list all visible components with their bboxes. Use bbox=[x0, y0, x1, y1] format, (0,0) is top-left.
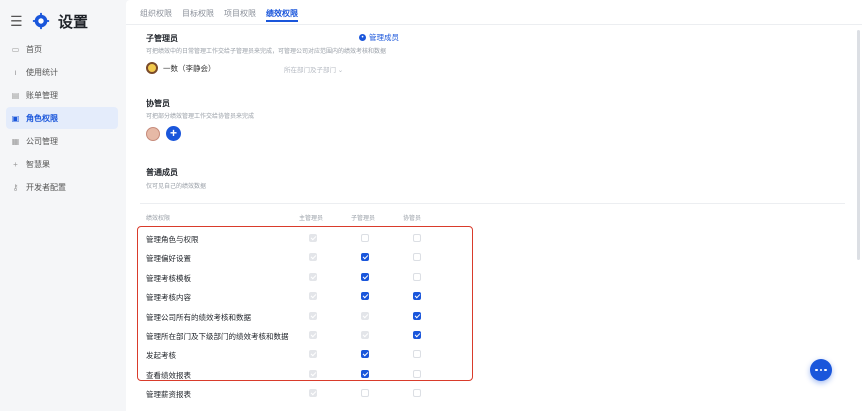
manage-members-link[interactable]: • 管理成员 bbox=[359, 32, 399, 43]
home-icon: ▭ bbox=[11, 44, 20, 54]
sidebar-item-billing[interactable]: ▤ 账单管理 bbox=[6, 84, 118, 106]
sidebar-item-home[interactable]: ▭ 首页 bbox=[6, 38, 118, 60]
permission-label: 管理薪资报表 bbox=[146, 390, 191, 400]
key-icon: ⚷ bbox=[12, 182, 19, 192]
settings-dot-icon: • bbox=[359, 34, 366, 41]
sub-admin-member[interactable]: 一数（李静会） bbox=[146, 62, 216, 74]
sidebar-item-usage[interactable]: ı 使用统计 bbox=[6, 61, 118, 83]
main-checkbox bbox=[309, 389, 317, 398]
company-icon: ▦ bbox=[11, 136, 20, 146]
bill-icon: ▤ bbox=[11, 90, 20, 100]
sidebar-item-label: 角色权限 bbox=[26, 113, 58, 123]
main-panel: 组织权限 目标权限 项目权限 绩效权限 子管理员 可把绩效中的日常管理工作交给子… bbox=[126, 0, 862, 411]
plus-icon: + bbox=[13, 159, 18, 169]
sidebar-item-label: 公司管理 bbox=[26, 136, 58, 146]
sidebar-item-label: 使用统计 bbox=[26, 67, 58, 77]
brand-header: ☰ 设置 bbox=[10, 10, 88, 32]
avatar[interactable] bbox=[146, 126, 160, 141]
scope-select[interactable]: 所在部门及子部门 ⌄ bbox=[284, 64, 343, 74]
section-divider bbox=[140, 203, 845, 204]
sidebar-item-developer[interactable]: ⚷ 开发者配置 bbox=[6, 176, 118, 198]
sidebar-item-label: 智慧果 bbox=[26, 159, 50, 169]
dot-icon bbox=[815, 368, 818, 372]
col-header-sub-admin: 子管理员 bbox=[351, 216, 376, 222]
add-assistant-button[interactable]: + bbox=[166, 126, 181, 141]
chart-icon: ı bbox=[14, 67, 17, 77]
col-header-permission: 绩效权限 bbox=[146, 216, 171, 222]
assistant-title: 协管员 bbox=[146, 99, 170, 108]
role-icon: ▣ bbox=[11, 113, 20, 123]
tab-project[interactable]: 项目权限 bbox=[224, 8, 256, 22]
member-name: 一数（李静会） bbox=[163, 63, 216, 73]
dot-icon bbox=[824, 368, 827, 372]
sub-admin-desc: 可把绩效中的日常管理工作交给子管理员来完成，可管理公司对应范围内的绩效考核和数据 bbox=[146, 49, 387, 55]
tab-bar: 组织权限 目标权限 项目权限 绩效权限 bbox=[140, 8, 298, 22]
assistant-members: + bbox=[146, 126, 181, 141]
menu-icon[interactable]: ☰ bbox=[10, 13, 28, 30]
tab-org[interactable]: 组织权限 bbox=[140, 8, 172, 22]
sidebar-item-label: 账单管理 bbox=[26, 90, 58, 100]
tab-divider bbox=[126, 24, 862, 25]
tab-performance[interactable]: 绩效权限 bbox=[266, 8, 298, 22]
sidebar-item-company[interactable]: ▦ 公司管理 bbox=[6, 130, 118, 152]
tab-goal[interactable]: 目标权限 bbox=[182, 8, 214, 22]
assist-checkbox[interactable] bbox=[413, 389, 421, 398]
settings-logo-icon bbox=[32, 12, 50, 30]
scrollbar[interactable] bbox=[857, 30, 860, 260]
manage-members-label: 管理成员 bbox=[369, 33, 399, 42]
sidebar-item-wisdom[interactable]: + 智慧果 bbox=[6, 153, 118, 175]
dot-icon bbox=[819, 368, 823, 372]
sidebar-item-roles[interactable]: ▣ 角色权限 bbox=[6, 107, 118, 129]
sub-admin-title: 子管理员 bbox=[146, 34, 178, 43]
highlight-box bbox=[137, 226, 473, 381]
sub-checkbox[interactable] bbox=[361, 389, 369, 398]
table-row: 管理薪资报表 bbox=[146, 383, 566, 405]
app-title: 设置 bbox=[58, 13, 89, 31]
col-header-assistant: 协管员 bbox=[403, 216, 422, 222]
normal-member-title: 普通成员 bbox=[146, 168, 178, 177]
more-actions-button[interactable] bbox=[810, 359, 832, 381]
sidebar-nav: ▭ 首页 ı 使用统计 ▤ 账单管理 ▣ 角色权限 ▦ 公司管理 + 智慧果 ⚷ 开发者配置 bbox=[6, 38, 118, 199]
normal-member-desc: 仅可见自己的绩效数据 bbox=[146, 184, 207, 190]
sidebar: ☰ 设置 ▭ 首页 ı 使用统计 ▤ 账单管理 ▣ 角色权限 ▦ 公司管理 + 智慧果 ⚷ 开… bbox=[0, 0, 124, 411]
col-header-main-admin: 主管理员 bbox=[299, 216, 324, 222]
sidebar-item-label: 首页 bbox=[26, 44, 42, 54]
sidebar-item-label: 开发者配置 bbox=[26, 182, 66, 192]
avatar bbox=[146, 62, 158, 74]
assistant-desc: 可把部分绩效管理工作交给协管员来完成 bbox=[146, 114, 255, 120]
